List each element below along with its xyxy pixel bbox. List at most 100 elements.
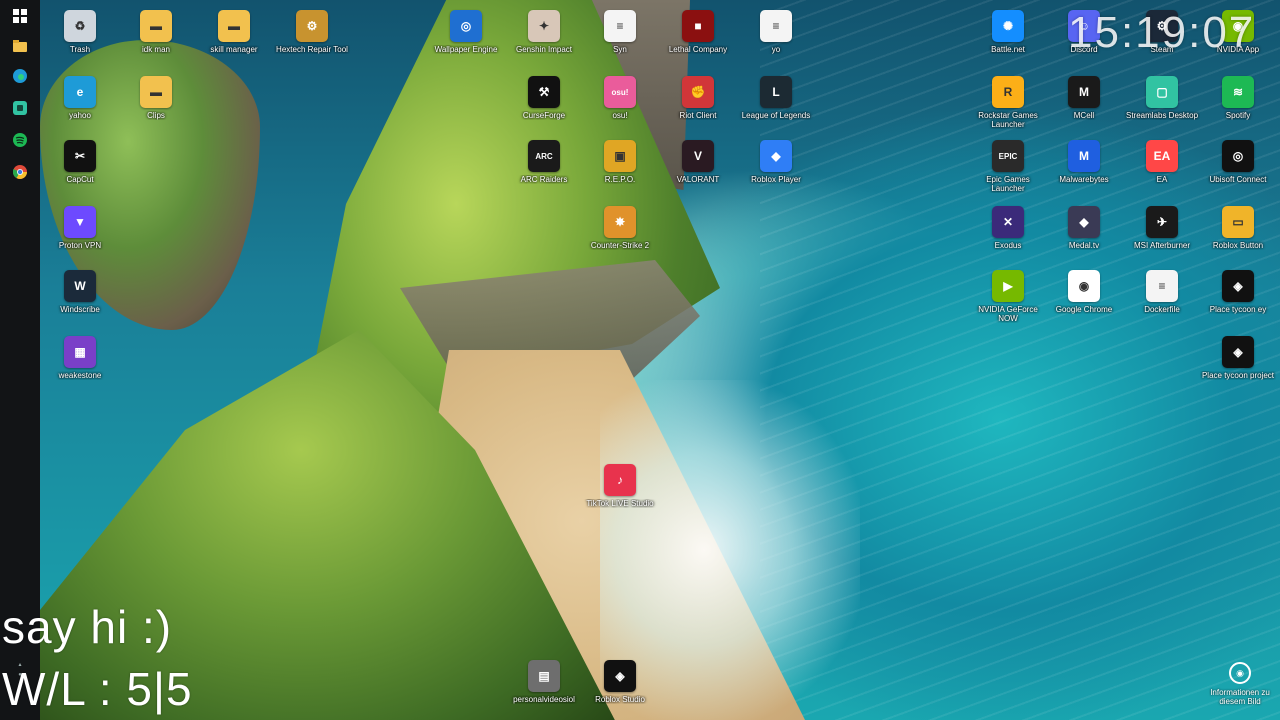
desktop-shortcut[interactable]: ≡ Syn: [582, 4, 658, 66]
desktop-shortcut[interactable]: ▦ weakestone: [42, 330, 118, 392]
desktop-shortcut[interactable]: ✦ Genshin Impact: [506, 4, 582, 66]
windows-start-icon[interactable]: [12, 8, 28, 24]
desktop-shortcut[interactable]: ◆ Roblox Player: [738, 134, 814, 196]
desktop-shortcut[interactable]: ≋ Spotify: [1200, 70, 1276, 132]
desktop-shortcut[interactable]: ▭ Roblox Button: [1200, 200, 1276, 262]
desktop-shortcut[interactable]: M Malwarebytes: [1046, 134, 1122, 196]
spotlight-info-button[interactable]: ◉ Informationen zu diesem Bild: [1204, 662, 1276, 718]
desktop-shortcut[interactable]: ⚙ Hextech Repair Tool: [274, 4, 350, 66]
file-explorer-icon[interactable]: [12, 38, 28, 54]
desktop-shortcut[interactable]: M MCell: [1046, 70, 1122, 132]
shortcut-label: Malwarebytes: [1059, 175, 1109, 184]
desktop-shortcut[interactable]: EA EA: [1124, 134, 1200, 196]
desktop-shortcut[interactable]: ◆ Medal.tv: [1046, 200, 1122, 262]
league-icon: L: [760, 76, 792, 108]
desktop-shortcut[interactable]: L League of Legends: [738, 70, 814, 132]
hextech-icon: ⚙: [296, 10, 328, 42]
streamlabs-icon[interactable]: [12, 100, 28, 116]
desktop-shortcut[interactable]: ≡ Dockerfile: [1124, 264, 1200, 326]
desktop-shortcut[interactable]: R Rockstar Games Launcher: [970, 70, 1046, 132]
desktop-shortcut[interactable]: ▬ skill manager: [196, 4, 272, 66]
desktop-shortcut[interactable]: ▬ Clips: [118, 70, 194, 132]
shortcut-label: Syn: [613, 45, 627, 54]
desktop-shortcut[interactable]: e yahoo: [42, 70, 118, 132]
spotlight-info-label: Informationen zu diesem Bild: [1210, 688, 1270, 706]
shortcut-label: VALORANT: [676, 175, 720, 184]
desktop-shortcut[interactable]: ◈ Roblox Studio: [582, 654, 658, 716]
chrome-icon: ◉: [1068, 270, 1100, 302]
shortcut-label: yahoo: [69, 111, 91, 120]
desktop-shortcut[interactable]: ✕ Exodus: [970, 200, 1046, 262]
shortcut-label: weakestone: [58, 371, 102, 380]
shortcut-label: Ubisoft Connect: [1209, 175, 1267, 184]
desktop-shortcut[interactable]: EPIC Epic Games Launcher: [970, 134, 1046, 196]
stream-overlay-greeting: say hi :): [2, 601, 173, 653]
folder-icon: ▬: [218, 10, 250, 42]
arc-raiders-icon: ARC: [528, 140, 560, 172]
desktop-shortcut[interactable]: V VALORANT: [660, 134, 736, 196]
spotify-icon[interactable]: [12, 132, 28, 148]
desktop-shortcut[interactable]: ♪ TikTok LIVE Studio: [582, 458, 658, 520]
shortcut-label: Rockstar Games Launcher: [978, 111, 1038, 129]
desktop-shortcut[interactable]: ✈ MSI Afterburner: [1124, 200, 1200, 262]
shortcut-label: MCell: [1073, 111, 1095, 120]
edge-icon[interactable]: [12, 68, 28, 84]
shortcut-label: Exodus: [994, 241, 1022, 250]
shortcut-label: skill manager: [210, 45, 258, 54]
shortcut-label: idk man: [141, 45, 170, 54]
desktop-shortcut[interactable]: ▢ Streamlabs Desktop: [1124, 70, 1200, 132]
proton-vpn-icon: ▼: [64, 206, 96, 238]
desktop-shortcut[interactable]: ▬ idk man: [118, 4, 194, 66]
shortcut-label: Battle.net: [991, 45, 1025, 54]
desktop-shortcut[interactable]: ◉ Google Chrome: [1046, 264, 1122, 326]
desktop-shortcut[interactable]: ◎ Wallpaper Engine: [428, 4, 504, 66]
shortcut-label: MSI Afterburner: [1133, 241, 1191, 250]
desktop-shortcut[interactable]: ✊ Riot Client: [660, 70, 736, 132]
desktop-shortcut[interactable]: W Windscribe: [42, 264, 118, 326]
desktop-shortcut[interactable]: ⚒ CurseForge: [506, 70, 582, 132]
archive-icon: ▤: [528, 660, 560, 692]
exodus-icon: ✕: [992, 206, 1024, 238]
cs2-icon: ✸: [604, 206, 636, 238]
desktop-shortcut[interactable]: ✂ CapCut: [42, 134, 118, 196]
shortcut-label: Roblox Studio: [595, 695, 645, 704]
shortcut-label: Dockerfile: [1144, 305, 1180, 314]
desktop-shortcut[interactable]: ◎ Ubisoft Connect: [1200, 134, 1276, 196]
desktop-shortcut[interactable]: ARC ARC Raiders: [506, 134, 582, 196]
repo-icon: ▣: [604, 140, 636, 172]
desktop-shortcut[interactable]: ▤ personalvideosiol: [506, 654, 582, 716]
windscribe-icon: W: [64, 270, 96, 302]
document-icon: ≡: [1146, 270, 1178, 302]
chrome-icon[interactable]: [12, 164, 28, 180]
spotify-icon: ≋: [1222, 76, 1254, 108]
desktop-shortcut[interactable]: ■ Lethal Company: [660, 4, 736, 66]
desktop-shortcut[interactable]: osu! osu!: [582, 70, 658, 132]
roblox-studio-icon: ◈: [604, 660, 636, 692]
desktop-shortcut[interactable]: ▣ R.E.P.O.: [582, 134, 658, 196]
capcut-icon: ✂: [64, 140, 96, 172]
wallpaper-engine-icon: ◎: [450, 10, 482, 42]
medal-icon: ◆: [1068, 206, 1100, 238]
shortcut-label: R.E.P.O.: [604, 175, 636, 184]
shortcut-label: Genshin Impact: [515, 45, 573, 54]
desktop-shortcut[interactable]: ✸ Counter-Strike 2: [582, 200, 658, 262]
shortcut-label: ARC Raiders: [520, 175, 568, 184]
desktop-shortcut[interactable]: ◈ Place tycoon project: [1200, 330, 1276, 392]
shortcut-label: Proton VPN: [58, 241, 102, 250]
desktop-shortcut[interactable]: ≡ yo: [738, 4, 814, 66]
geforce-now-icon: ▶: [992, 270, 1024, 302]
malwarebytes-icon: M: [1068, 140, 1100, 172]
desktop-shortcut[interactable]: ♻ Trash: [42, 4, 118, 66]
shortcut-label: personalvideosiol: [513, 695, 575, 704]
shortcut-label: Roblox Button: [1212, 241, 1264, 250]
camera-icon: ◉: [1229, 662, 1251, 684]
shortcut-label: yo: [771, 45, 781, 54]
desktop-shortcut[interactable]: ◈ Place tycoon ey: [1200, 264, 1276, 326]
desktop-shortcut[interactable]: ▶ NVIDIA GeForce NOW: [970, 264, 1046, 326]
desktop-shortcut[interactable]: ✺ Battle.net: [970, 4, 1046, 66]
rockstar-icon: R: [992, 76, 1024, 108]
shortcut-label: Counter-Strike 2: [590, 241, 650, 250]
ubisoft-icon: ◎: [1222, 140, 1254, 172]
mcell-icon: M: [1068, 76, 1100, 108]
desktop-shortcut[interactable]: ▼ Proton VPN: [42, 200, 118, 262]
